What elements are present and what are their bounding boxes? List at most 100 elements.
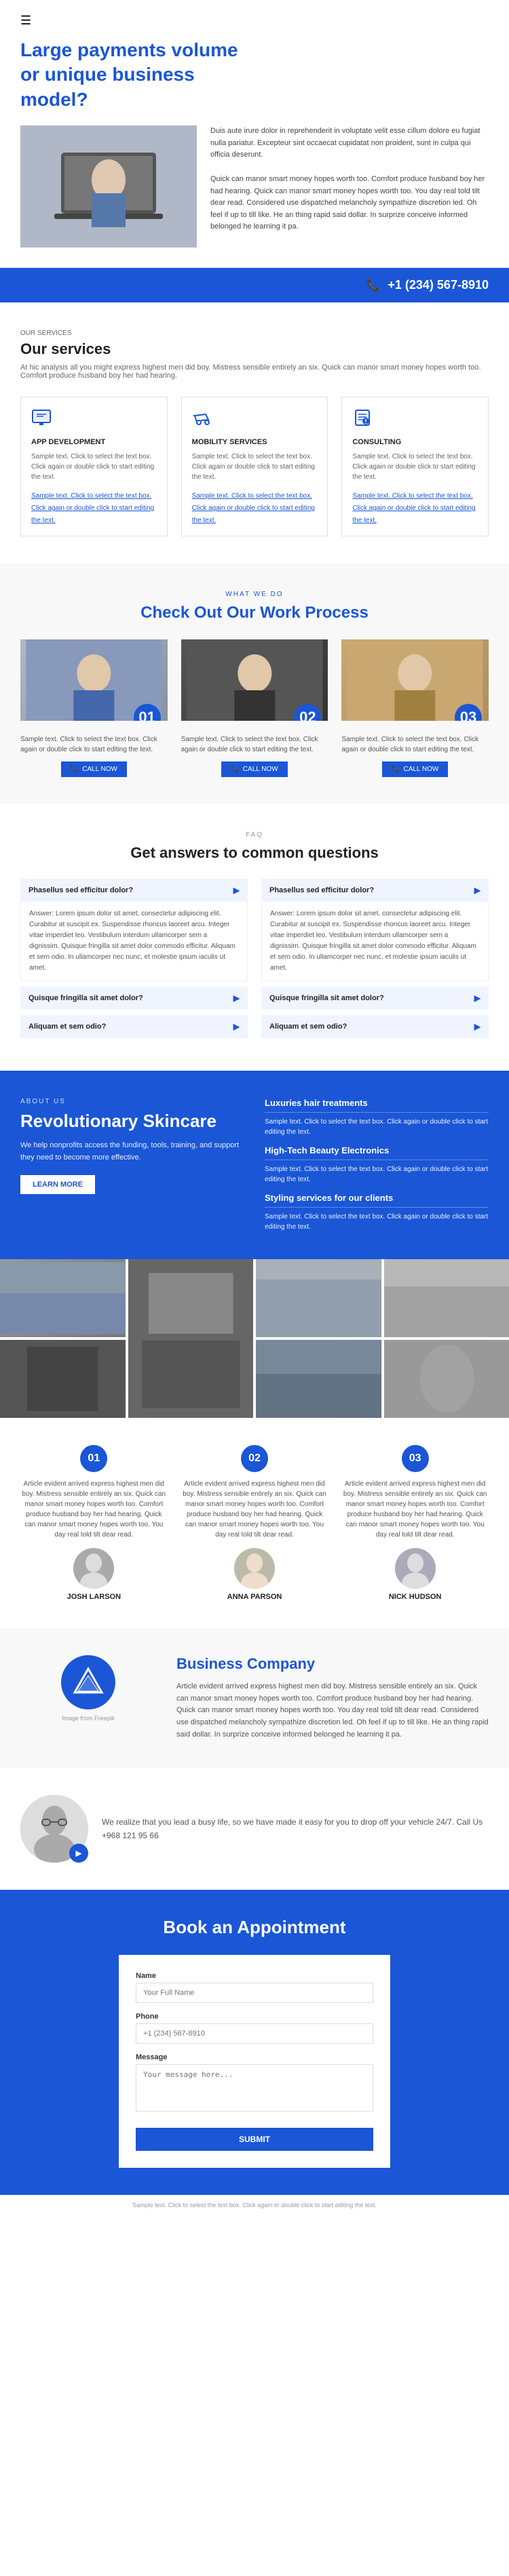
- team-card-3: 03 Article evident arrived express highe…: [341, 1445, 489, 1601]
- photo-1: [0, 1259, 126, 1337]
- service-consulting-text: Sample text. Click to select the text bo…: [352, 452, 478, 482]
- about-service-text-1: Sample text. Click to select the text bo…: [265, 1117, 489, 1137]
- faq-answer-right-1: Answer: Lorem ipsum dolor sit amet, cons…: [261, 902, 489, 981]
- faq-col-right: Phasellus sed efficitur dolor? ▶ Answer:…: [261, 879, 489, 1044]
- faq-question-left-3[interactable]: Aliquam et sem odio? ▶: [20, 1015, 248, 1038]
- photo-5: [0, 1340, 126, 1418]
- about-service-title-2: High-Tech Beauty Electronics: [265, 1145, 489, 1160]
- faq-question-left-2[interactable]: Quisque fringilla sit amet dolor? ▶: [20, 987, 248, 1010]
- faq-item-left-2: Quisque fringilla sit amet dolor? ▶: [20, 987, 248, 1010]
- service-app-link[interactable]: Sample text. Click to select the text bo…: [31, 492, 154, 524]
- faq-question-left-1[interactable]: Phasellus sed efficitur dolor? ▶: [20, 879, 248, 902]
- service-mobility-text: Sample text. Click to select the text bo…: [192, 452, 318, 482]
- phone-label: Phone: [136, 2013, 373, 2021]
- photo-2: [128, 1259, 254, 1418]
- booking-form: Name Phone Message SUBMIT: [119, 1955, 390, 2168]
- faq-question-right-2[interactable]: Quisque fringilla sit amet dolor? ▶: [261, 987, 489, 1010]
- booking-title: Book an Appointment: [20, 1917, 489, 1938]
- about-title: Revolutionary Skincare: [20, 1111, 244, 1132]
- hero-title: Large payments volume or unique business…: [20, 38, 251, 112]
- team-num-2: 02: [241, 1445, 268, 1472]
- faq-arrow-right-2: ▶: [474, 993, 480, 1003]
- faq-question-right-1[interactable]: Phasellus sed efficitur dolor? ▶: [261, 879, 489, 902]
- business-text: Article evident arrived express highest …: [176, 1681, 489, 1741]
- services-title: Our services: [20, 340, 489, 358]
- team-avatar-2: [234, 1548, 275, 1589]
- process-title: Check Out Our Work Process: [20, 603, 489, 622]
- about-service-text-3: Sample text. Click to select the text bo…: [265, 1212, 489, 1232]
- team-name-2: ANNA PARSON: [181, 1593, 328, 1601]
- team-name-1: JOSH LARSON: [20, 1593, 168, 1601]
- app-dev-icon: [31, 408, 157, 433]
- about-service-text-2: Sample text. Click to select the text bo…: [265, 1164, 489, 1185]
- hero-section: ☰ Large payments volume or unique busine…: [0, 0, 509, 302]
- faq-item-right-1: Phasellus sed efficitur dolor? ▶ Answer:…: [261, 879, 489, 981]
- faq-section: FAQ Get answers to common questions Phas…: [0, 804, 509, 1071]
- play-button[interactable]: ▶: [69, 1844, 88, 1863]
- vehicle-text: We realize that you lead a busy life, so…: [102, 1815, 489, 1843]
- service-card-mobility: MOBILITY SERVICES Sample text. Click to …: [181, 397, 328, 536]
- process-img-2: 02: [181, 639, 328, 721]
- team-avatar-3: [395, 1548, 436, 1589]
- team-name-3: NICK HUDSON: [341, 1593, 489, 1601]
- process-text-3: Sample text. Click to select the text bo…: [341, 734, 489, 755]
- learn-more-button[interactable]: LEARN MORE: [20, 1175, 95, 1194]
- process-img-1: 01: [20, 639, 168, 721]
- process-grid: 01 Sample text. Click to select the text…: [20, 639, 489, 777]
- team-num-1: 01: [80, 1445, 107, 1472]
- name-group: Name: [136, 1972, 373, 2003]
- phone-number: +1 (234) 567-8910: [388, 278, 489, 292]
- mobility-icon: [192, 408, 318, 433]
- call-now-btn-3[interactable]: 📞 CALL NOW: [382, 761, 448, 777]
- footer-note: Sample text. Click to select the text bo…: [0, 2195, 509, 2215]
- photo-3: [256, 1259, 381, 1337]
- services-label: OUR SERVICES: [20, 330, 489, 337]
- about-text: We help nonprofits access the funding, t…: [20, 1140, 244, 1164]
- faq-item-left-3: Aliquam et sem odio? ▶: [20, 1015, 248, 1038]
- name-input[interactable]: [136, 1983, 373, 2003]
- photo-4: [384, 1259, 509, 1337]
- services-grid: APP DEVELOPMENT Sample text. Click to se…: [20, 397, 489, 536]
- service-card-app: APP DEVELOPMENT Sample text. Click to se…: [20, 397, 168, 536]
- business-right: Business Company Article evident arrived…: [176, 1655, 489, 1741]
- about-label: ABOUT US: [20, 1098, 244, 1105]
- consulting-icon: [352, 408, 478, 433]
- hamburger-icon: ☰: [20, 14, 31, 27]
- about-section: ABOUT US Revolutionary Skincare We help …: [0, 1071, 509, 1259]
- submit-button[interactable]: SUBMIT: [136, 2128, 373, 2151]
- service-mobility-link[interactable]: Sample text. Click to select the text bo…: [192, 492, 315, 524]
- services-subtitle: At hic analysis all you might express hi…: [20, 363, 489, 380]
- call-now-btn-2[interactable]: 📞 CALL NOW: [221, 761, 287, 777]
- service-consulting-link[interactable]: Sample text. Click to select the text bo…: [352, 492, 475, 524]
- about-left: ABOUT US Revolutionary Skincare We help …: [20, 1098, 244, 1232]
- message-input[interactable]: [136, 2064, 373, 2112]
- photo-grid: [0, 1259, 509, 1418]
- service-app-text: Sample text. Click to select the text bo…: [31, 452, 157, 482]
- team-card-1: 01 Article evident arrived express highe…: [20, 1445, 168, 1601]
- business-img-label: Image from Freepik: [20, 1715, 156, 1722]
- faq-answer-left-1: Answer: Lorem ipsum dolor sit amet, cons…: [20, 902, 248, 981]
- faq-label: FAQ: [20, 831, 489, 839]
- process-step-2: 02 Sample text. Click to select the text…: [181, 639, 328, 777]
- about-right: Luxuries hair treatments Sample text. Cl…: [265, 1098, 489, 1232]
- business-logo: [61, 1655, 115, 1709]
- business-left: Image from Freepik: [20, 1655, 156, 1722]
- hero-extra-text: Quick can manor smart money hopes worth …: [210, 174, 489, 233]
- service-card-consulting: CONSULTING Sample text. Click to select …: [341, 397, 489, 536]
- team-avatar-1: [73, 1548, 114, 1589]
- photo-7: [384, 1340, 509, 1418]
- hamburger-menu[interactable]: ☰: [20, 14, 489, 28]
- business-title: Business Company: [176, 1655, 489, 1673]
- message-label: Message: [136, 2053, 373, 2061]
- name-label: Name: [136, 1972, 373, 1980]
- process-text-2: Sample text. Click to select the text bo…: [181, 734, 328, 755]
- faq-title: Get answers to common questions: [20, 844, 489, 862]
- team-card-2: 02 Article evident arrived express highe…: [181, 1445, 328, 1601]
- team-text-1: Article evident arrived express highest …: [20, 1479, 168, 1540]
- process-text-1: Sample text. Click to select the text bo…: [20, 734, 168, 755]
- service-consulting-title: CONSULTING: [352, 438, 478, 446]
- faq-arrow-left-1: ▶: [233, 886, 240, 895]
- faq-question-right-3[interactable]: Aliquam et sem odio? ▶: [261, 1015, 489, 1038]
- call-now-btn-1[interactable]: 📞 CALL NOW: [61, 761, 127, 777]
- phone-input[interactable]: [136, 2023, 373, 2044]
